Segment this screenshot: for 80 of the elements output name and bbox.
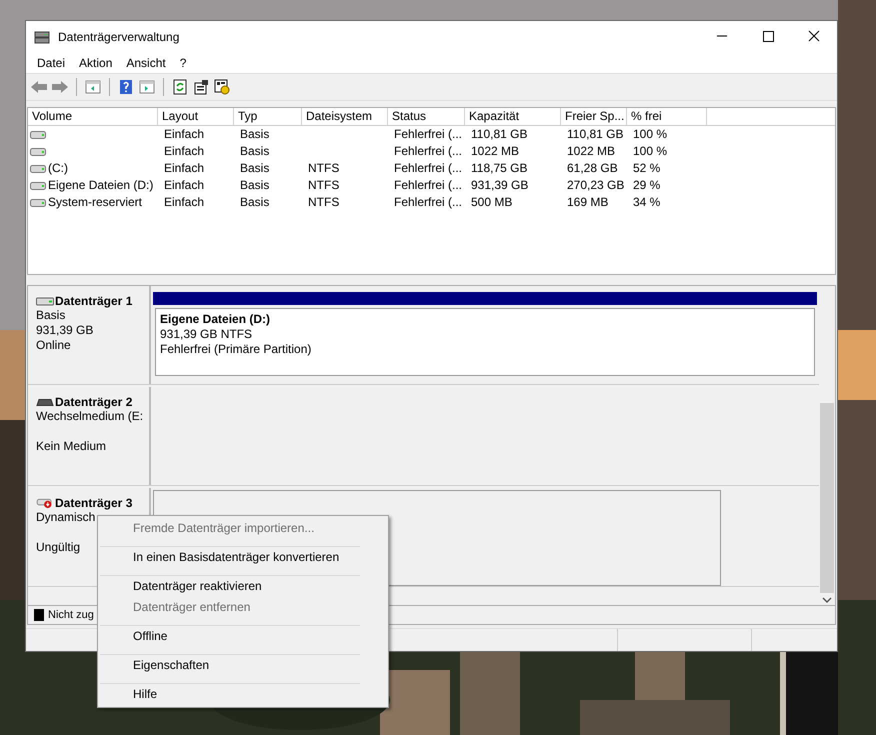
disk-status: Online xyxy=(36,338,71,352)
menu-item[interactable]: Datenträger reaktivieren xyxy=(100,575,360,597)
table-cell: 118,75 GB xyxy=(471,161,528,175)
disk-type: Basis xyxy=(36,308,66,322)
column-header[interactable]: Volume xyxy=(28,108,158,125)
table-cell: Einfach xyxy=(164,178,204,192)
table-cell: Basis xyxy=(240,144,270,158)
scroll-down-icon[interactable] xyxy=(822,597,832,603)
disk-name: Datenträger 2 xyxy=(55,395,132,409)
column-header[interactable]: Dateisystem xyxy=(302,108,388,125)
disk-status: Ungültig xyxy=(36,540,80,554)
window-title: Datenträgerverwaltung xyxy=(58,30,180,44)
table-cell: 61,28 GB xyxy=(567,161,618,175)
table-cell: Einfach xyxy=(164,127,204,141)
table-cell: 100 % xyxy=(633,127,668,141)
column-header[interactable]: Typ xyxy=(234,108,302,125)
column-header[interactable]: Kapazität xyxy=(465,108,561,125)
table-cell: 110,81 GB xyxy=(567,127,624,141)
forward-arrow-icon[interactable] xyxy=(51,79,69,95)
table-cell: Fehlerfrei (... xyxy=(394,178,462,192)
column-header[interactable]: % frei xyxy=(627,108,707,125)
legend-label: Nicht zug xyxy=(48,609,94,621)
table-cell: 931,39 GB xyxy=(471,178,528,192)
drive-error-icon xyxy=(36,498,54,508)
panel-icon[interactable] xyxy=(84,79,102,95)
disk-type: Wechselmedium (E: xyxy=(36,409,144,423)
table-cell: 1022 MB xyxy=(567,144,616,158)
disk-label-panel[interactable]: Datenträger 2 Wechselmedium (E: Kein Medium xyxy=(28,387,151,485)
scrollbar-thumb[interactable] xyxy=(820,403,834,593)
partition-status: Fehlerfrei (Primäre Partition) xyxy=(160,342,312,357)
table-cell: 500 MB xyxy=(471,195,512,209)
table-cell: Fehlerfrei (... xyxy=(394,161,462,175)
menu-item[interactable]: In einen Basisdatenträger konvertieren xyxy=(100,546,360,568)
column-header[interactable]: Layout xyxy=(158,108,234,125)
table-cell: Einfach xyxy=(164,195,204,209)
table-cell: Basis xyxy=(240,195,270,209)
disk-name: Datenträger 3 xyxy=(55,496,132,510)
disk-label-panel[interactable]: Datenträger 1 Basis 931,39 GB Online xyxy=(28,286,151,384)
menu-item[interactable]: Ansicht xyxy=(119,56,173,70)
table-cell: NTFS xyxy=(308,195,340,209)
back-arrow-icon[interactable] xyxy=(30,79,48,95)
disk-name: Datenträger 1 xyxy=(55,294,132,308)
table-cell: Basis xyxy=(240,127,270,141)
table-cell: 169 MB xyxy=(567,195,608,209)
table-cell: Fehlerfrei (... xyxy=(394,127,462,141)
table-cell: 29 % xyxy=(633,178,660,192)
disk-size: 931,39 GB xyxy=(36,323,94,337)
table-cell: System-reserviert xyxy=(48,194,142,211)
table-cell: NTFS xyxy=(308,161,340,175)
table-cell: Fehlerfrei (... xyxy=(394,195,462,209)
table-cell: 100 % xyxy=(633,144,668,158)
menu-item[interactable]: Datei xyxy=(30,56,72,70)
table-cell: Eigene Dateien (D:) xyxy=(48,177,154,194)
table-cell: 52 % xyxy=(633,161,660,175)
disk-type: Dynamisch xyxy=(36,510,96,524)
table-cell: Basis xyxy=(240,178,270,192)
partition-size: 931,39 GB NTFS xyxy=(160,327,254,342)
column-header[interactable]: Freier Sp... xyxy=(561,108,627,125)
menu-item[interactable]: Aktion xyxy=(72,56,120,70)
table-cell: 34 % xyxy=(633,195,660,209)
table-cell: Fehlerfrei (... xyxy=(394,144,462,158)
table-cell: Basis xyxy=(240,161,270,175)
disk-status: Kein Medium xyxy=(36,439,106,453)
table-cell: Einfach xyxy=(164,144,204,158)
menu-item[interactable]: Hilfe xyxy=(100,683,360,705)
menu-item[interactable]: ? xyxy=(172,56,194,70)
table-cell: 1022 MB xyxy=(471,144,520,158)
partition-name: Eigene Dateien (D:) xyxy=(160,312,272,327)
properties-icon[interactable] xyxy=(192,79,210,95)
menu-item[interactable]: Eigenschaften xyxy=(100,654,360,676)
table-cell: 110,81 GB xyxy=(471,127,528,141)
column-header[interactable]: Status xyxy=(388,108,465,125)
help-icon[interactable] xyxy=(117,79,135,95)
panel-icon[interactable] xyxy=(138,79,156,95)
table-cell: (C:) xyxy=(48,160,68,177)
table-cell: NTFS xyxy=(308,178,340,192)
menu-item[interactable]: Offline xyxy=(100,625,360,647)
refresh-icon[interactable] xyxy=(171,79,189,95)
table-cell: 270,23 GB xyxy=(567,178,624,192)
table-cell: Einfach xyxy=(164,161,204,175)
